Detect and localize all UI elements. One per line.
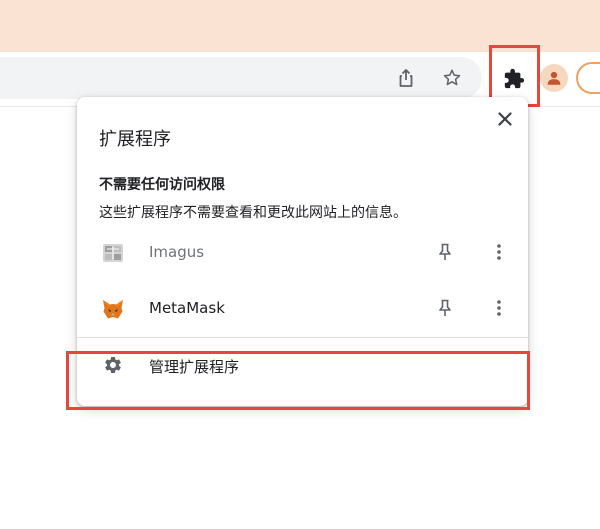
- browser-top-band: [0, 0, 600, 52]
- pin-button[interactable]: [433, 240, 457, 264]
- divider: [77, 337, 528, 338]
- more-vert-icon: [497, 300, 501, 316]
- pin-icon: [439, 299, 451, 316]
- more-vert-icon: [497, 244, 501, 260]
- popup-title: 扩展程序: [99, 129, 171, 150]
- extension-row-imagus[interactable]: Imagus: [77, 228, 528, 278]
- section-title: 不需要任何访问权限: [99, 177, 225, 193]
- extension-name: MetaMask: [149, 299, 225, 317]
- extensions-popup: 扩展程序 不需要任何访问权限 这些扩展程序不需要查看和更改此网站上的信息。 Im…: [77, 97, 528, 406]
- imagus-icon: [103, 244, 123, 262]
- share-button[interactable]: [389, 61, 423, 95]
- more-options-button[interactable]: [487, 240, 511, 264]
- close-button[interactable]: [493, 107, 517, 131]
- profile-avatar[interactable]: [540, 64, 568, 92]
- extension-row-metamask[interactable]: MetaMask: [77, 284, 528, 334]
- puzzle-icon: [504, 68, 525, 89]
- share-icon: [399, 69, 413, 87]
- section-description: 这些扩展程序不需要查看和更改此网站上的信息。: [99, 205, 407, 221]
- close-icon: [498, 112, 512, 126]
- metamask-fox-icon: [103, 300, 123, 319]
- manage-extensions-button[interactable]: 管理扩展程序: [77, 345, 528, 389]
- person-icon: [547, 71, 561, 85]
- pin-icon: [439, 243, 451, 260]
- more-options-button[interactable]: [487, 296, 511, 320]
- pin-button[interactable]: [433, 296, 457, 320]
- manage-extensions-label: 管理扩展程序: [149, 358, 240, 376]
- extension-name: Imagus: [149, 243, 205, 261]
- star-icon: [443, 69, 461, 86]
- bookmark-button[interactable]: [435, 61, 469, 95]
- gear-icon: [105, 357, 121, 373]
- browser-menu-button[interactable]: [576, 62, 600, 94]
